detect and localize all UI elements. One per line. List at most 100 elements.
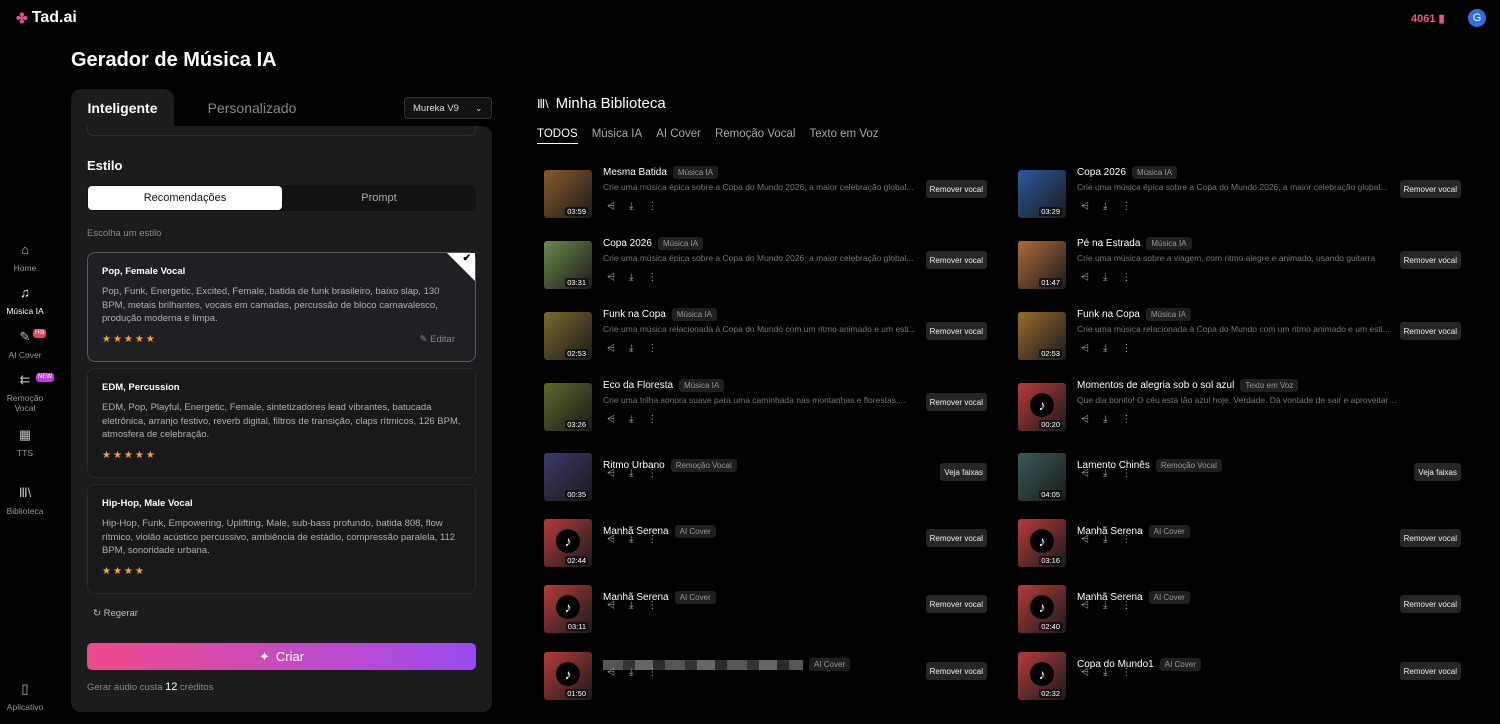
item-action-button[interactable]: Remover vocal: [925, 393, 987, 411]
list-item[interactable]: ♪ 03:16 Manhã Serena AI Cover ⩤ ⤓ ⋮ Remover voc…: [1011, 519, 1461, 567]
download-icon[interactable]: ⤓: [629, 414, 633, 425]
more-icon[interactable]: ⋮: [647, 667, 657, 678]
list-item[interactable]: 04:05 Lamento Chinês Remoção Vocal ⩤ ⤓ ⋮ Veja …: [1011, 453, 1461, 501]
cover-thumbnail[interactable]: 02:53: [1018, 312, 1066, 360]
list-item[interactable]: ♪ 00:20 Momentos de alegria sob o sol azul…: [1011, 379, 1461, 431]
item-action-button[interactable]: Remover vocal: [925, 322, 987, 340]
cover-thumbnail[interactable]: ♪ 03:16: [1018, 519, 1066, 567]
download-icon[interactable]: ⤓: [1103, 343, 1107, 354]
more-icon[interactable]: ⋮: [647, 272, 657, 283]
more-icon[interactable]: ⋮: [1121, 343, 1131, 354]
download-icon[interactable]: ⤓: [1103, 468, 1107, 479]
cover-thumbnail[interactable]: 00:35: [544, 453, 592, 501]
item-action-button[interactable]: Remover vocal: [925, 251, 987, 269]
sidebar-item-aplicativo[interactable]: ▯ Aplicativo: [0, 682, 50, 712]
share-icon[interactable]: ⩤: [607, 468, 615, 479]
tab-personalizado[interactable]: Personalizado: [190, 89, 314, 127]
more-icon[interactable]: ⋮: [1121, 534, 1131, 545]
download-icon[interactable]: ⤓: [629, 468, 633, 479]
cover-thumbnail[interactable]: ♪ 02:44: [544, 519, 592, 567]
more-icon[interactable]: ⋮: [647, 343, 657, 354]
share-icon[interactable]: ⩤: [607, 534, 615, 545]
item-action-button[interactable]: Remover vocal: [925, 180, 987, 198]
download-icon[interactable]: ⤓: [1103, 201, 1107, 212]
item-action-button[interactable]: Veja faixas: [1414, 463, 1461, 481]
share-icon[interactable]: ⩤: [1081, 667, 1089, 678]
download-icon[interactable]: ⤓: [629, 534, 633, 545]
more-icon[interactable]: ⋮: [1121, 600, 1131, 611]
list-item[interactable]: 02:53 Funk na Copa Música IA Crie uma músic…: [1011, 308, 1461, 360]
cover-thumbnail[interactable]: 01:47: [1018, 241, 1066, 289]
more-icon[interactable]: ⋮: [1121, 468, 1131, 479]
more-icon[interactable]: ⋮: [1121, 414, 1131, 425]
sidebar-item-remocao-vocal[interactable]: ⇇ NEW Remoção Vocal: [0, 373, 54, 413]
download-icon[interactable]: ⤓: [1103, 534, 1107, 545]
list-item[interactable]: ♪ 03:11 Manhã Serena AI Cover ⩤ ⤓ ⋮ Remover voc…: [537, 585, 987, 633]
list-item[interactable]: ♪ 02:44 Manhã Serena AI Cover ⩤ ⤓ ⋮ Remover voc…: [537, 519, 987, 567]
cover-thumbnail[interactable]: ♪ 03:11: [544, 585, 592, 633]
cover-thumbnail[interactable]: 03:29: [1018, 170, 1066, 218]
tab-remocao-vocal[interactable]: Remoção Vocal: [715, 128, 796, 144]
list-item[interactable]: 03:29 Copa 2026 Música IA Crie uma música é…: [1011, 166, 1461, 218]
style-card[interactable]: Hip-Hop, Male Vocal Hip-Hop, Funk, Empow…: [87, 484, 476, 594]
more-icon[interactable]: ⋮: [1121, 272, 1131, 283]
more-icon[interactable]: ⋮: [647, 600, 657, 611]
list-item[interactable]: 03:31 Copa 2026 Música IA Crie uma música é…: [537, 237, 987, 289]
item-action-button[interactable]: Remover vocal: [925, 595, 987, 613]
cover-thumbnail[interactable]: ♪ 02:40: [1018, 585, 1066, 633]
sidebar-item-home[interactable]: ⌂ Home: [0, 243, 50, 273]
tab-ai-cover[interactable]: AI Cover: [656, 128, 701, 144]
share-icon[interactable]: ⩤: [1081, 468, 1089, 479]
list-item[interactable]: ♪ 02:40 Manhã Serena AI Cover ⩤ ⤓ ⋮ Remover voc…: [1011, 585, 1461, 633]
style-card[interactable]: EDM, Percussion EDM, Pop, Playful, Energ…: [87, 368, 476, 478]
avatar[interactable]: G: [1468, 9, 1486, 27]
share-icon[interactable]: ⩤: [1081, 534, 1089, 545]
tab-todos[interactable]: TODOS: [537, 128, 578, 144]
more-icon[interactable]: ⋮: [647, 534, 657, 545]
cover-thumbnail[interactable]: 02:53: [544, 312, 592, 360]
item-action-button[interactable]: Remover vocal: [1399, 251, 1461, 269]
list-item[interactable]: 03:59 Mesma Batida Música IA Crie uma músic…: [537, 166, 987, 218]
more-icon[interactable]: ⋮: [647, 201, 657, 212]
tab-texto-em-voz[interactable]: Texto em Voz: [809, 128, 878, 144]
download-icon[interactable]: ⤓: [629, 667, 633, 678]
download-icon[interactable]: ⤓: [629, 201, 633, 212]
share-icon[interactable]: ⩤: [1081, 272, 1089, 283]
cover-thumbnail[interactable]: 03:26: [544, 383, 592, 431]
download-icon[interactable]: ⤓: [629, 272, 633, 283]
share-icon[interactable]: ⩤: [607, 272, 615, 283]
create-button[interactable]: ✦ Criar: [87, 643, 476, 670]
share-icon[interactable]: ⩤: [607, 201, 615, 212]
cover-thumbnail[interactable]: 03:31: [544, 241, 592, 289]
tab-inteligente[interactable]: Inteligente: [71, 89, 174, 127]
item-action-button[interactable]: Remover vocal: [1399, 180, 1461, 198]
more-icon[interactable]: ⋮: [1121, 667, 1131, 678]
list-item[interactable]: ♪ 01:50 AI Cover ⩤ ⤓ ⋮ Remover vocal: [537, 652, 987, 700]
list-item[interactable]: 02:53 Funk na Copa Música IA Crie uma músic…: [537, 308, 987, 360]
share-icon[interactable]: ⩤: [607, 667, 615, 678]
sidebar-item-biblioteca[interactable]: Ⅲ\ Biblioteca: [0, 486, 50, 516]
item-action-button[interactable]: Veja faixas: [940, 463, 987, 481]
download-icon[interactable]: ⤓: [1103, 414, 1107, 425]
item-action-button[interactable]: Remover vocal: [925, 662, 987, 680]
regenerate-button[interactable]: ↻ Regerar: [93, 608, 138, 619]
brand-logo[interactable]: ✤ Tad.ai: [16, 9, 77, 27]
item-action-button[interactable]: Remover vocal: [1399, 322, 1461, 340]
sidebar-item-tts[interactable]: ▦ TTS: [0, 428, 50, 458]
cover-thumbnail[interactable]: 04:05: [1018, 453, 1066, 501]
edit-button[interactable]: ✎ Editar: [420, 334, 455, 345]
share-icon[interactable]: ⩤: [1081, 343, 1089, 354]
share-icon[interactable]: ⩤: [1081, 600, 1089, 611]
list-item[interactable]: ♪ 02:32 Copa do Mundo1 AI Cover ⩤ ⤓ ⋮ Remover v…: [1011, 652, 1461, 700]
item-action-button[interactable]: Remover vocal: [1399, 529, 1461, 547]
credits-balance[interactable]: 4061 ▮: [1411, 12, 1445, 25]
download-icon[interactable]: ⤓: [629, 600, 633, 611]
more-icon[interactable]: ⋮: [1121, 201, 1131, 212]
segment-prompt[interactable]: Prompt: [282, 186, 476, 210]
cover-thumbnail[interactable]: ♪ 01:50: [544, 652, 592, 700]
list-item[interactable]: 00:35 Ritmo Urbano Remoção Vocal ⩤ ⤓ ⋮ Veja fa…: [537, 453, 987, 501]
list-item[interactable]: 01:47 Pé na Estrada Música IA Crie uma músi…: [1011, 237, 1461, 289]
sidebar-item-ai-cover[interactable]: ✎ Hot AI Cover: [0, 329, 50, 360]
download-icon[interactable]: ⤓: [1103, 272, 1107, 283]
tab-musica-ia[interactable]: Música IA: [592, 128, 643, 144]
